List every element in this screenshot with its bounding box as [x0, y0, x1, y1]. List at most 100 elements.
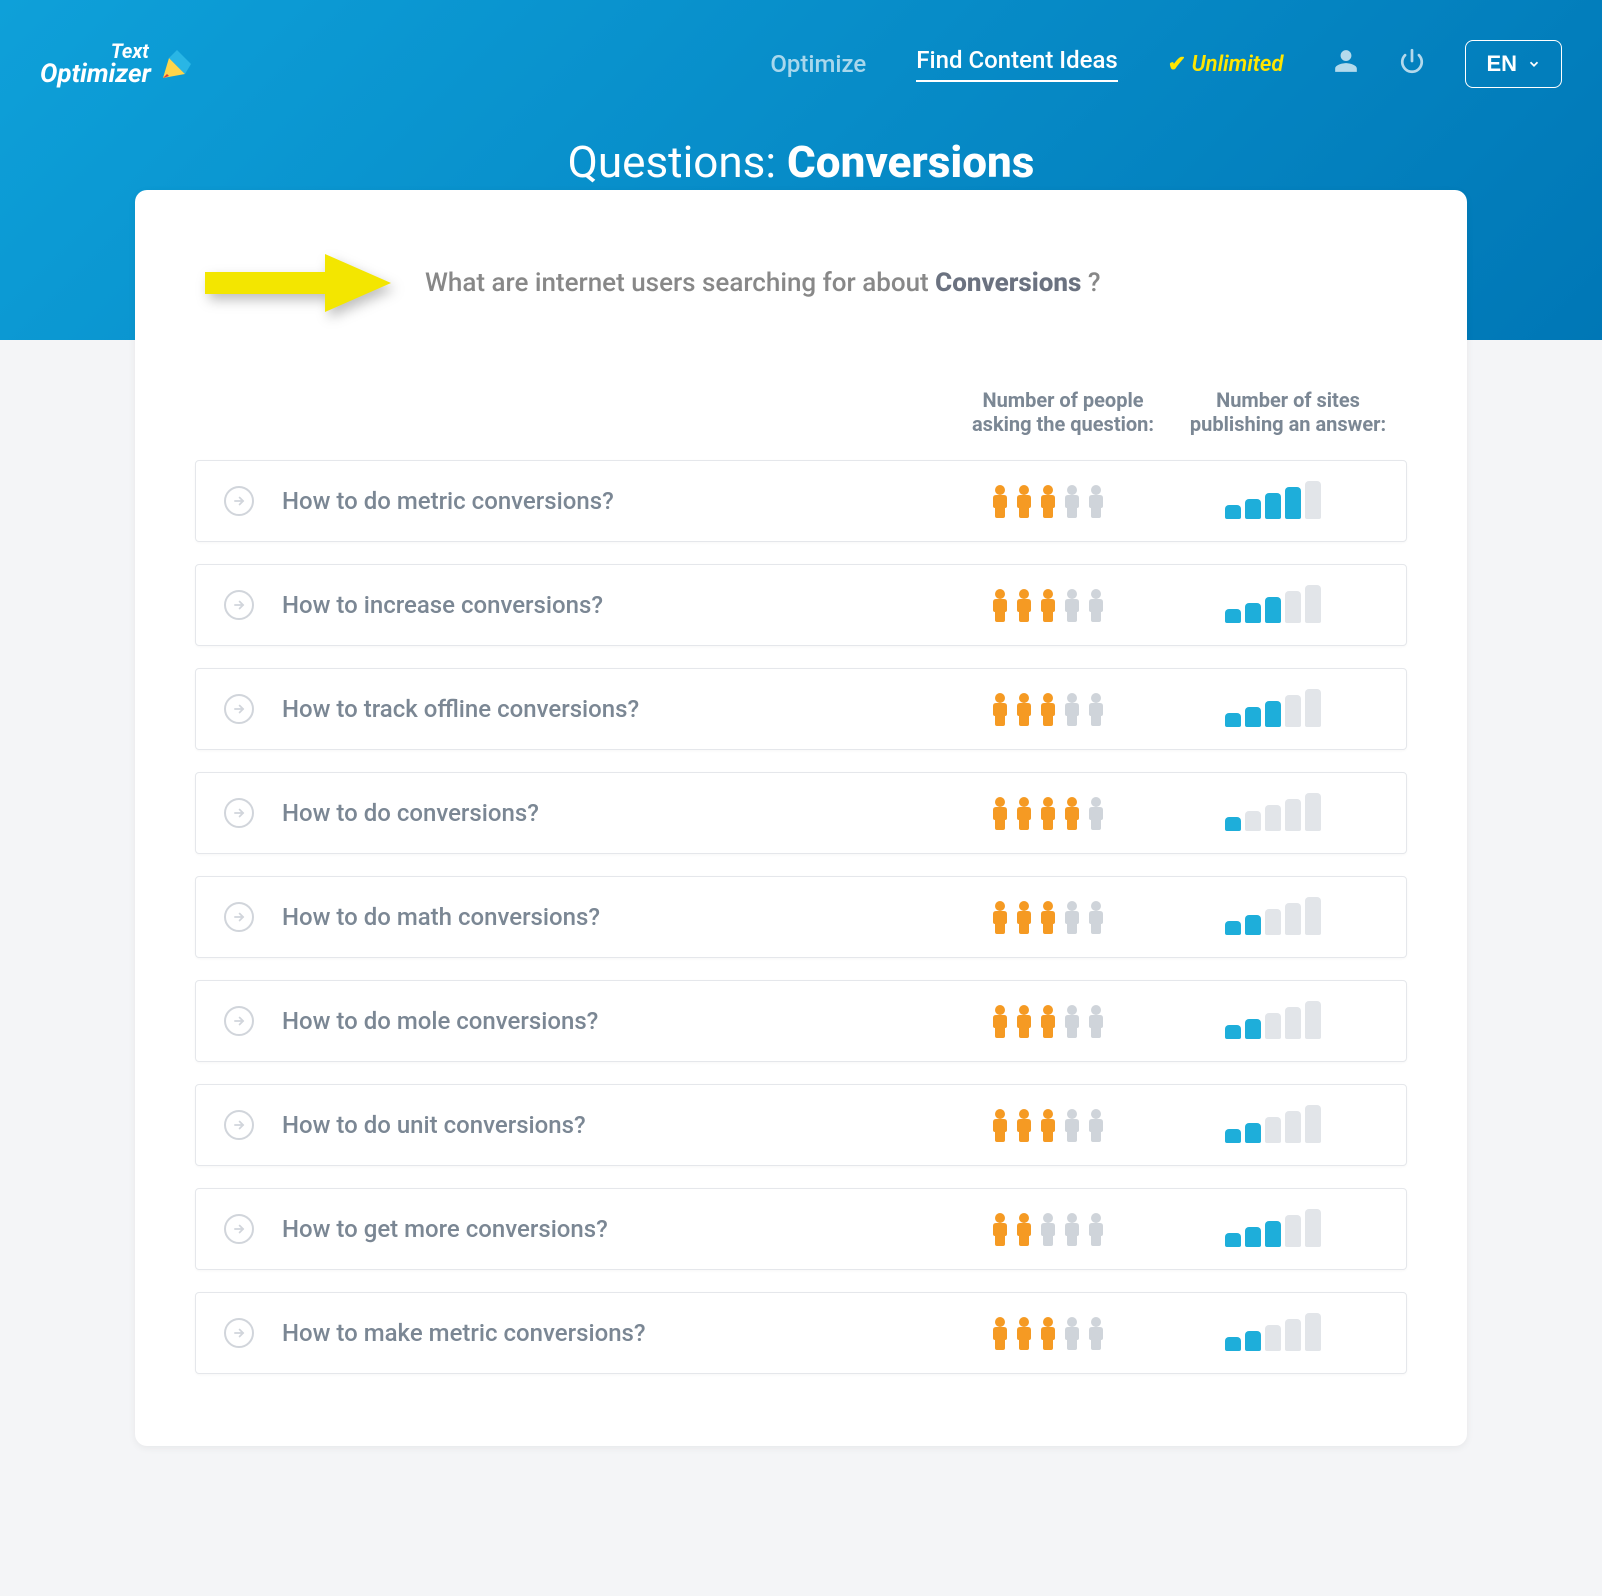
person-icon [1085, 1212, 1107, 1246]
person-icon [1085, 1108, 1107, 1142]
person-icon [1037, 1212, 1059, 1246]
expand-icon[interactable] [224, 694, 254, 724]
language-selector[interactable]: EN [1465, 40, 1562, 88]
question-row[interactable]: How to increase conversions? [195, 564, 1407, 646]
people-score [948, 1004, 1148, 1038]
people-score [948, 588, 1148, 622]
expand-icon[interactable] [224, 798, 254, 828]
person-icon [1085, 692, 1107, 726]
people-score [948, 796, 1148, 830]
person-icon [1061, 1004, 1083, 1038]
sites-score [1168, 587, 1378, 623]
expand-icon[interactable] [224, 1006, 254, 1036]
brand-line1: Text [111, 41, 149, 61]
question-text: How to do mole conversions? [282, 1007, 598, 1035]
question-row[interactable]: How to do math conversions? [195, 876, 1407, 958]
sites-score [1168, 795, 1378, 831]
question-row[interactable]: How to do mole conversions? [195, 980, 1407, 1062]
person-icon [1013, 1108, 1035, 1142]
user-icon[interactable] [1333, 48, 1359, 81]
person-icon [1037, 484, 1059, 518]
question-text: How to do metric conversions? [282, 487, 614, 515]
question-row[interactable]: How to track offline conversions? [195, 668, 1407, 750]
expand-icon[interactable] [224, 1214, 254, 1244]
people-score [948, 692, 1148, 726]
expand-icon[interactable] [224, 902, 254, 932]
sites-score [1168, 1003, 1378, 1039]
question-row[interactable]: How to make metric conversions? [195, 1292, 1407, 1374]
person-icon [1085, 588, 1107, 622]
people-score [948, 900, 1148, 934]
question-text: How to get more conversions? [282, 1215, 608, 1243]
person-icon [989, 1108, 1011, 1142]
person-icon [1085, 1004, 1107, 1038]
expand-icon[interactable] [224, 1318, 254, 1348]
person-icon [1037, 1108, 1059, 1142]
results-card: What are internet users searching for ab… [135, 190, 1467, 1446]
question-text: How to increase conversions? [282, 591, 603, 619]
person-icon [1061, 1108, 1083, 1142]
nav-unlimited[interactable]: Unlimited [1168, 52, 1284, 77]
sites-score [1168, 691, 1378, 727]
question-row[interactable]: How to do conversions? [195, 772, 1407, 854]
power-icon[interactable] [1399, 48, 1425, 81]
person-icon [1037, 796, 1059, 830]
question-text: How to track offline conversions? [282, 695, 639, 723]
sites-score [1168, 483, 1378, 519]
person-icon [1085, 900, 1107, 934]
nav-find-content-ideas[interactable]: Find Content Ideas [916, 46, 1117, 82]
person-icon [1085, 1316, 1107, 1350]
person-icon [1013, 900, 1035, 934]
person-icon [989, 796, 1011, 830]
col-people-header: Number of people asking the question: [963, 388, 1163, 436]
person-icon [1061, 692, 1083, 726]
language-label: EN [1486, 51, 1517, 77]
people-score [948, 484, 1148, 518]
arrow-right-icon [195, 248, 395, 318]
person-icon [1013, 1004, 1035, 1038]
expand-icon[interactable] [224, 590, 254, 620]
pencil-icon [157, 44, 197, 84]
question-row[interactable]: How to do unit conversions? [195, 1084, 1407, 1166]
person-icon [1037, 588, 1059, 622]
person-icon [989, 1004, 1011, 1038]
sites-score [1168, 1211, 1378, 1247]
question-row[interactable]: How to do metric conversions? [195, 460, 1407, 542]
person-icon [1085, 484, 1107, 518]
expand-icon[interactable] [224, 1110, 254, 1140]
subhead-text: What are internet users searching for ab… [425, 268, 1101, 298]
brand-logo[interactable]: Text Optimizer [40, 41, 197, 87]
person-icon [1085, 796, 1107, 830]
person-icon [1061, 484, 1083, 518]
people-score [948, 1316, 1148, 1350]
people-score [948, 1212, 1148, 1246]
person-icon [989, 484, 1011, 518]
expand-icon[interactable] [224, 486, 254, 516]
person-icon [1061, 900, 1083, 934]
person-icon [1013, 1316, 1035, 1350]
person-icon [989, 1212, 1011, 1246]
question-row[interactable]: How to get more conversions? [195, 1188, 1407, 1270]
question-text: How to do conversions? [282, 799, 539, 827]
people-score [948, 1108, 1148, 1142]
col-sites-header: Number of sites publishing an answer: [1183, 388, 1393, 436]
person-icon [1037, 692, 1059, 726]
question-text: How to do unit conversions? [282, 1111, 586, 1139]
person-icon [1013, 1212, 1035, 1246]
person-icon [1013, 484, 1035, 518]
chevron-down-icon [1527, 57, 1541, 71]
person-icon [1013, 692, 1035, 726]
brand-line2: Optimizer [40, 61, 151, 87]
page-title: Questions: Conversions [0, 136, 1602, 188]
column-headers: Number of people asking the question: Nu… [195, 388, 1407, 436]
sites-score [1168, 899, 1378, 935]
person-icon [989, 588, 1011, 622]
person-icon [1037, 1004, 1059, 1038]
nav-optimize[interactable]: Optimize [770, 50, 866, 78]
person-icon [1037, 1316, 1059, 1350]
person-icon [1061, 796, 1083, 830]
person-icon [989, 900, 1011, 934]
person-icon [989, 1316, 1011, 1350]
person-icon [989, 692, 1011, 726]
person-icon [1037, 900, 1059, 934]
